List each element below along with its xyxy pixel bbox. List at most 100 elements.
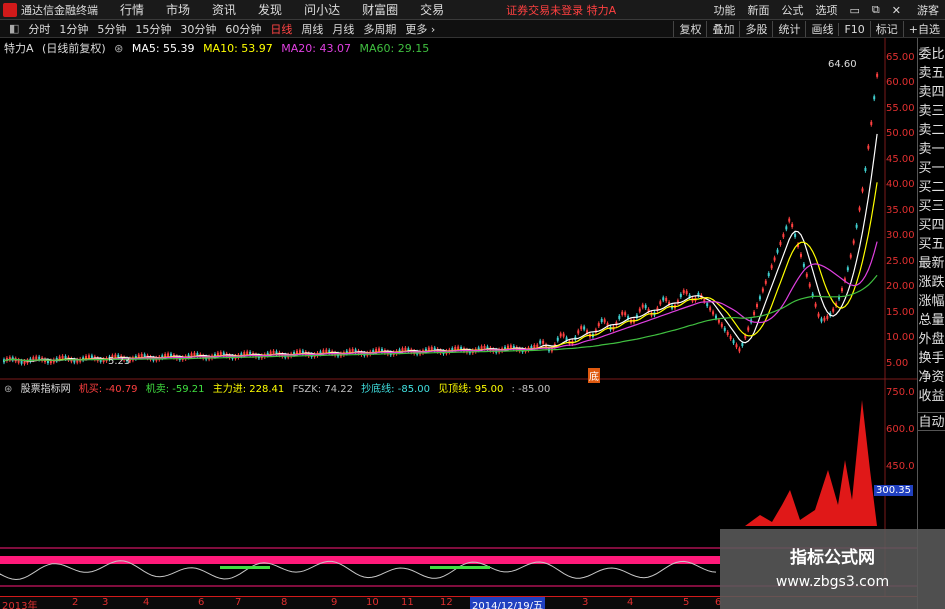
candle-body xyxy=(747,327,750,331)
price-tick: 15.00 xyxy=(886,307,915,318)
sub-chart-info: ⊛ 股票指标网 机买: -40.79 机卖: -59.21 主力进: 228.4… xyxy=(4,380,555,395)
candle-body xyxy=(870,121,873,125)
candle-body xyxy=(826,315,829,319)
rp-sell1[interactable]: 卖一 xyxy=(918,140,945,159)
candle-body xyxy=(624,312,627,316)
price-tick: 65.00 xyxy=(886,52,915,63)
price-tick: 55.00 xyxy=(886,103,915,114)
candle-body xyxy=(764,280,767,284)
candle-body xyxy=(272,350,275,354)
candle-body xyxy=(782,234,785,238)
candle-body xyxy=(325,349,328,353)
candle-body xyxy=(665,297,668,302)
rp-outer-disk[interactable]: 外盘 xyxy=(918,330,945,349)
candle-body xyxy=(867,145,870,149)
candle-body xyxy=(536,344,539,348)
candle-body xyxy=(720,323,723,327)
candle-body xyxy=(580,326,583,330)
time-tick: 7 xyxy=(235,597,242,608)
time-tick: 5 xyxy=(683,597,690,608)
price-tick: 10.00 xyxy=(886,332,915,343)
indicator-area xyxy=(735,400,877,526)
price-tick: 35.00 xyxy=(886,205,915,216)
watermark-title: 指标公式网 xyxy=(790,548,875,568)
rp-sell3[interactable]: 卖三 xyxy=(918,102,945,121)
auto-button[interactable]: 自动 xyxy=(918,412,945,431)
time-tick: 2013年 xyxy=(2,601,38,609)
time-tick: 3 xyxy=(102,597,109,608)
candle-body xyxy=(791,223,794,228)
candle-body xyxy=(556,337,559,341)
rp-latest[interactable]: 最新 xyxy=(918,254,945,273)
rp-sell2[interactable]: 卖二 xyxy=(918,121,945,140)
rp-volume[interactable]: 总量 xyxy=(918,311,945,330)
price-tick: 45.00 xyxy=(886,154,915,165)
candle-body xyxy=(820,318,823,322)
candle-body xyxy=(577,330,580,334)
candle-body xyxy=(776,249,779,253)
buy-signal-bar xyxy=(430,566,490,569)
candle-body xyxy=(542,340,545,344)
candle-body xyxy=(404,347,407,351)
rp-buy1[interactable]: 买一 xyxy=(918,159,945,178)
candle-body xyxy=(600,318,603,323)
rp-committee-ratio[interactable]: 委比 xyxy=(918,45,945,64)
candle-body xyxy=(348,349,351,353)
rp-net-asset[interactable]: 净资 xyxy=(918,368,945,387)
rp-change-pct[interactable]: 涨幅 xyxy=(918,292,945,311)
rp-buy4[interactable]: 买四 xyxy=(918,216,945,235)
rp-sell4[interactable]: 卖四 xyxy=(918,83,945,102)
time-tick: 9 xyxy=(331,597,338,608)
candle-body xyxy=(741,342,744,346)
rp-earnings[interactable]: 收益 xyxy=(918,387,945,406)
candle-body xyxy=(735,344,738,348)
rp-sell5[interactable]: 卖五 xyxy=(918,64,945,83)
candle-body xyxy=(767,272,770,277)
candle-body xyxy=(855,224,858,228)
candle-body xyxy=(618,315,621,319)
rp-change[interactable]: 涨跌 xyxy=(918,273,945,292)
candle-body xyxy=(483,345,486,349)
candle-body xyxy=(852,240,855,244)
fszk-label: FSZK: 74.22 xyxy=(292,384,353,395)
candle-body xyxy=(659,301,662,305)
low-price-label: 5.23 xyxy=(108,356,131,367)
candle-body xyxy=(738,348,741,352)
chart-canvas[interactable] xyxy=(0,0,945,609)
candle-body xyxy=(753,311,756,315)
candle-body xyxy=(597,323,600,327)
candle-body xyxy=(805,273,808,277)
rp-buy3[interactable]: 买三 xyxy=(918,197,945,216)
time-tick: 4 xyxy=(143,597,150,608)
candle-body xyxy=(87,355,90,359)
candle-body xyxy=(641,304,644,308)
candle-body xyxy=(732,340,735,344)
stock-terminal-window: { "titlebar":{"app_title":"通达信金融终端","men… xyxy=(0,0,945,609)
candle-body xyxy=(849,254,852,258)
price-chart xyxy=(3,71,879,366)
candle-body xyxy=(219,352,222,356)
candle-body xyxy=(61,355,64,359)
candle-body xyxy=(35,356,38,360)
rp-buy2[interactable]: 买二 xyxy=(918,178,945,197)
candle-body xyxy=(603,319,606,323)
time-tick: 6 xyxy=(198,597,205,608)
price-tick: 20.00 xyxy=(886,281,915,292)
quote-side-panel: 委比 卖五 卖四 卖三 卖二 卖一 买一 买二 买三 买四 买五 最新 涨跌 涨… xyxy=(917,38,945,609)
candle-body xyxy=(140,353,143,358)
candle-body xyxy=(761,288,764,292)
candle-body xyxy=(638,308,641,312)
rp-turnover[interactable]: 换手 xyxy=(918,349,945,368)
candle-body xyxy=(506,345,509,349)
rp-buy5[interactable]: 买五 xyxy=(918,235,945,254)
sub-settings-icon[interactable]: ⊛ xyxy=(4,384,12,395)
time-tick: 2 xyxy=(72,597,79,608)
indicator-name: 股票指标网 xyxy=(20,384,71,395)
candle-body xyxy=(808,283,811,287)
moving-average-line xyxy=(3,133,878,362)
candle-body xyxy=(726,331,729,335)
indicator-band xyxy=(0,556,720,564)
price-tick: 30.00 xyxy=(886,230,915,241)
sub-tick: 600.0 xyxy=(886,424,915,435)
candle-body xyxy=(709,307,712,311)
